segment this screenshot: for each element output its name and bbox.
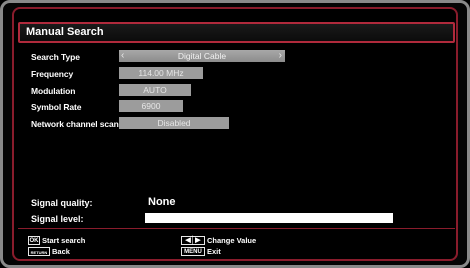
exit-hint: Exit — [207, 247, 221, 256]
left-right-arrows-icon: ◀│▶ — [181, 236, 205, 245]
search-type-select[interactable]: ‹ Digital Cable › — [119, 50, 285, 62]
dialog-title: Manual Search — [26, 26, 104, 38]
modulation-field[interactable]: AUTO — [119, 84, 191, 96]
start-search-hint: Start search — [42, 236, 86, 245]
ok-key-icon: OK — [28, 236, 40, 245]
frequency-label: Frequency — [31, 69, 74, 79]
symbol-rate-field[interactable]: 6900 — [119, 100, 183, 112]
signal-level-label: Signal level: — [31, 214, 84, 224]
back-hint: Back — [52, 247, 70, 256]
return-key-icon: RETURN — [28, 247, 50, 256]
frequency-field[interactable]: 114.00 MHz — [119, 67, 203, 79]
chevron-left-icon[interactable]: ‹ — [121, 50, 124, 62]
modulation-label: Modulation — [31, 86, 76, 96]
dialog-title-bar: Manual Search — [18, 22, 455, 43]
signal-level-bar — [145, 213, 393, 223]
search-type-value: Digital Cable — [177, 51, 227, 61]
search-type-label: Search Type — [31, 52, 80, 62]
change-value-hint: Change Value — [207, 236, 257, 245]
signal-quality-value: None — [148, 196, 176, 208]
help-divider — [18, 228, 455, 229]
chevron-right-icon[interactable]: › — [279, 50, 282, 62]
network-scan-field[interactable]: Disabled — [119, 117, 229, 129]
menu-key-icon: MENU — [181, 247, 205, 256]
symbol-rate-label: Symbol Rate — [31, 102, 82, 112]
network-scan-label: Network channel scan — [31, 119, 119, 129]
signal-quality-label: Signal quality: — [31, 198, 93, 208]
